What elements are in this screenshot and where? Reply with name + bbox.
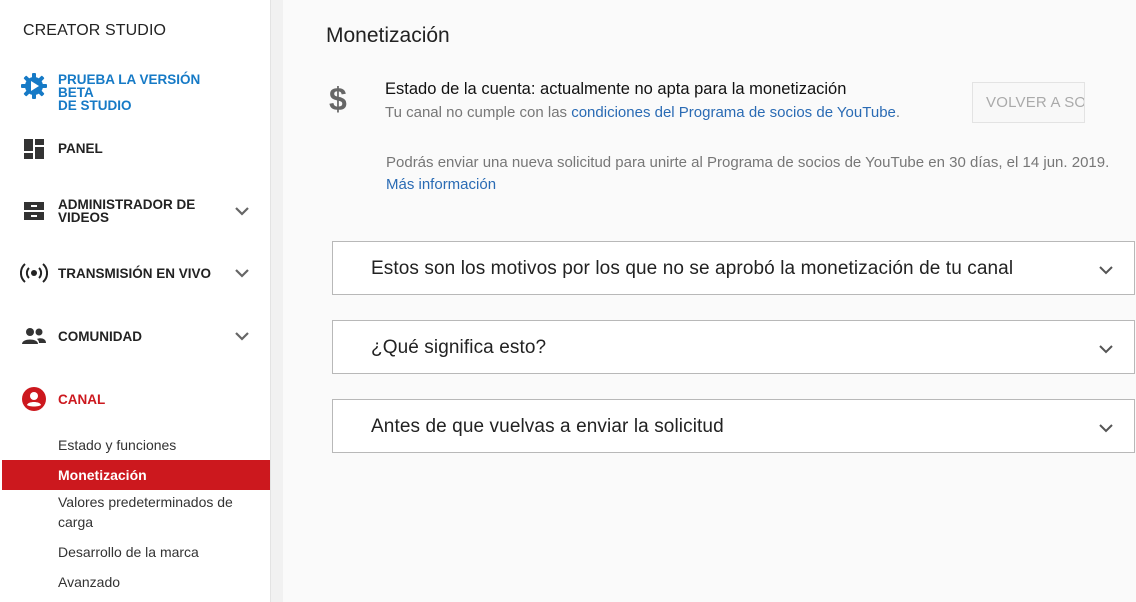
sidebar-item-label: PRUEBA LA VERSIÓN BETA DE STUDIO — [58, 72, 201, 113]
sidebar-subitem-branding[interactable]: Desarrollo de la marca — [0, 542, 270, 562]
sidebar-subitem-status[interactable]: Estado y funciones — [0, 435, 270, 455]
accordion-before-reapply[interactable]: Antes de que vuelvas a enviar la solicit… — [332, 399, 1135, 453]
reapply-info: Podrás enviar una nueva solicitud para u… — [386, 154, 1110, 193]
sidebar-item-studio-beta[interactable]: PRUEBA LA VERSIÓN BETA DE STUDIO — [0, 66, 270, 112]
accordion-what-it-means[interactable]: ¿Qué significa esto? — [332, 320, 1135, 374]
brand-title: CREATOR STUDIO — [23, 22, 167, 39]
page-title: Monetización — [326, 24, 450, 47]
sidebar-subitem-monetization[interactable]: Monetización — [2, 460, 270, 490]
community-icon — [20, 322, 48, 350]
account-status-description: Tu canal no cumple con las condiciones d… — [385, 104, 901, 121]
channel-icon — [20, 385, 48, 413]
sidebar-subitem-upload-defaults[interactable]: Valores predeterminados de carga — [0, 492, 270, 532]
sidebar-item-live[interactable]: TRANSMISIÓN EN VIVO — [0, 258, 270, 288]
accordion-rejection-reasons[interactable]: Estos son los motivos por los que no se … — [332, 241, 1135, 295]
sidebar-item-channel[interactable]: CANAL — [0, 384, 270, 414]
accordion-title: Estos son los motivos por los que no se … — [371, 258, 1014, 279]
svg-text:$: $ — [329, 82, 347, 116]
sidebar-item-video-manager[interactable]: ADMINISTRADOR DE VIDEOS — [0, 194, 270, 228]
accordion-title: ¿Qué significa esto? — [371, 337, 547, 358]
accordion-title: Antes de que vuelvas a enviar la solicit… — [371, 416, 724, 437]
live-broadcast-icon — [20, 259, 48, 287]
reapply-button[interactable]: VOLVER A SOLICITAR — [972, 82, 1085, 123]
chevron-down-icon — [1096, 339, 1116, 359]
gear-play-icon — [20, 72, 48, 100]
chevron-down-icon — [1096, 418, 1116, 438]
more-info-link[interactable]: Más información — [386, 176, 496, 193]
sidebar-item-label: CANAL — [58, 392, 106, 407]
chevron-down-icon[interactable] — [232, 326, 252, 346]
main-content: Monetización $ Estado de la cuenta: actu… — [271, 0, 1136, 602]
chevron-down-icon[interactable] — [232, 201, 252, 221]
sidebar-item-label: COMUNIDAD — [58, 329, 142, 344]
sidebar-item-label: PANEL — [58, 141, 103, 156]
sidebar: CREATOR STUDIO PRUEBA LA VERSIÓN BETA DE… — [0, 0, 271, 602]
sidebar-item-label: TRANSMISIÓN EN VIVO — [58, 266, 212, 281]
sidebar-item-community[interactable]: COMUNIDAD — [0, 321, 270, 351]
dollar-icon: $ — [327, 81, 351, 117]
dashboard-icon — [20, 135, 48, 163]
video-manager-icon — [20, 197, 48, 225]
sidebar-item-label: ADMINISTRADOR DE VIDEOS — [58, 197, 196, 225]
partner-program-terms-link[interactable]: condiciones del Programa de socios de Yo… — [571, 104, 896, 121]
sidebar-item-panel[interactable]: PANEL — [0, 134, 270, 164]
chevron-down-icon — [1096, 260, 1116, 280]
chevron-down-icon[interactable] — [232, 263, 252, 283]
account-status-title: Estado de la cuenta: actualmente no apta… — [385, 80, 847, 98]
sidebar-subitem-advanced[interactable]: Avanzado — [0, 572, 270, 592]
